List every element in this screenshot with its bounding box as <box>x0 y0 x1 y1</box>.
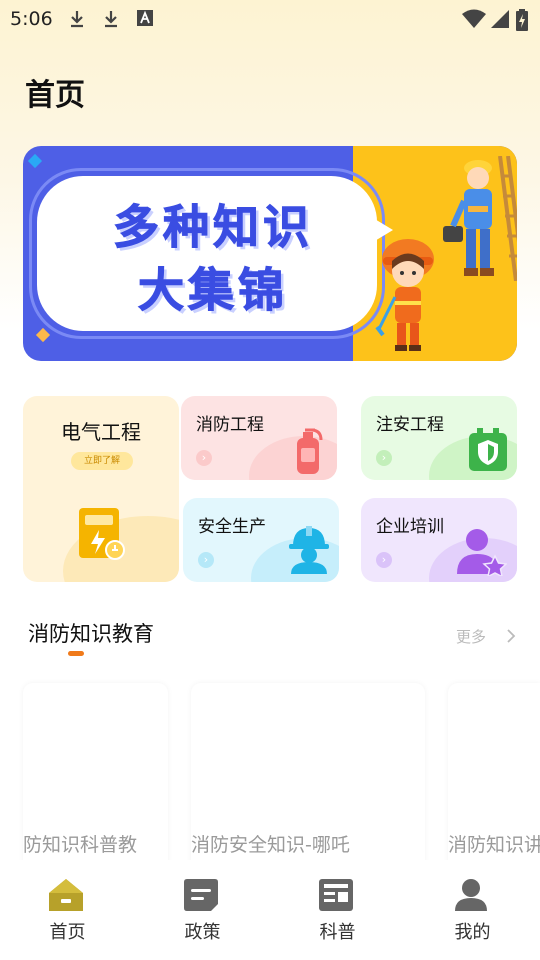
download-icon <box>71 11 83 28</box>
category-label: 消防工程 <box>196 415 264 435</box>
diamond-decoration <box>35 327 51 343</box>
diamond-decoration <box>27 153 43 169</box>
video-title[interactable]: 消防知识讲 <box>448 830 540 857</box>
download-icon <box>105 11 117 28</box>
category-label: 企业培训 <box>376 517 444 537</box>
fire-extinguisher-icon <box>297 428 323 474</box>
app-notification-icon <box>137 10 153 26</box>
category-production-safety[interactable]: 安全生产 › <box>183 498 339 582</box>
status-time: 5:06 <box>10 8 53 30</box>
chevron-right-icon: › <box>376 552 392 568</box>
chevron-right-icon: › <box>376 450 392 466</box>
status-bar: 5:06 <box>0 0 540 38</box>
bottom-nav: 首页 政策 科普 我的 <box>0 860 540 960</box>
nav-profile[interactable]: 我的 <box>405 860 540 960</box>
home-icon <box>49 879 83 911</box>
video-title[interactable]: 消防安全知识-哪吒 <box>191 830 425 857</box>
power-meter-icon <box>79 508 125 560</box>
news-icon <box>319 879 353 911</box>
nav-label: 政策 <box>184 922 221 943</box>
signal-icon <box>491 10 509 28</box>
policy-icon <box>184 879 218 911</box>
nav-policy[interactable]: 政策 <box>135 860 270 960</box>
worker-illustration <box>443 156 517 281</box>
category-label: 安全生产 <box>198 517 266 537</box>
nav-label: 首页 <box>49 922 86 943</box>
category-electrical[interactable]: 电气工程 立即了解 <box>23 396 179 582</box>
section-underline <box>68 651 84 656</box>
learn-more-pill[interactable]: 立即了解 <box>71 452 133 470</box>
category-fire-engineering[interactable]: 消防工程 › <box>181 396 337 480</box>
category-label: 注安工程 <box>376 415 444 435</box>
section-title: 消防知识教育 <box>28 622 154 646</box>
user-star-icon <box>457 529 507 576</box>
category-label: 电气工程 <box>61 420 141 444</box>
battery-charging-icon <box>516 9 528 31</box>
wifi-icon <box>462 9 486 28</box>
nav-label: 科普 <box>319 922 356 943</box>
profile-icon <box>455 879 487 911</box>
firefighter-illustration <box>375 239 434 351</box>
chevron-right-icon[interactable] <box>506 627 516 645</box>
nav-label: 我的 <box>454 922 491 943</box>
nav-science[interactable]: 科普 <box>270 860 405 960</box>
hardhat-worker-icon <box>289 526 329 574</box>
chevron-right-icon: › <box>196 450 212 466</box>
video-title[interactable]: 防知识科普教 <box>23 830 168 857</box>
nav-home[interactable]: 首页 <box>0 860 135 960</box>
shield-battery-icon <box>469 428 507 471</box>
banner[interactable]: 多种知识 大集锦 <box>23 146 517 361</box>
category-safety-engineering[interactable]: 注安工程 › <box>361 396 517 480</box>
page-title: 首页 <box>25 78 85 113</box>
category-enterprise-training[interactable]: 企业培训 › <box>361 498 517 582</box>
banner-headline-line2: 大集锦 <box>138 263 288 318</box>
banner-headline-line1: 多种知识 <box>113 200 313 255</box>
more-link[interactable]: 更多 <box>456 626 486 647</box>
chevron-right-icon: › <box>198 552 214 568</box>
